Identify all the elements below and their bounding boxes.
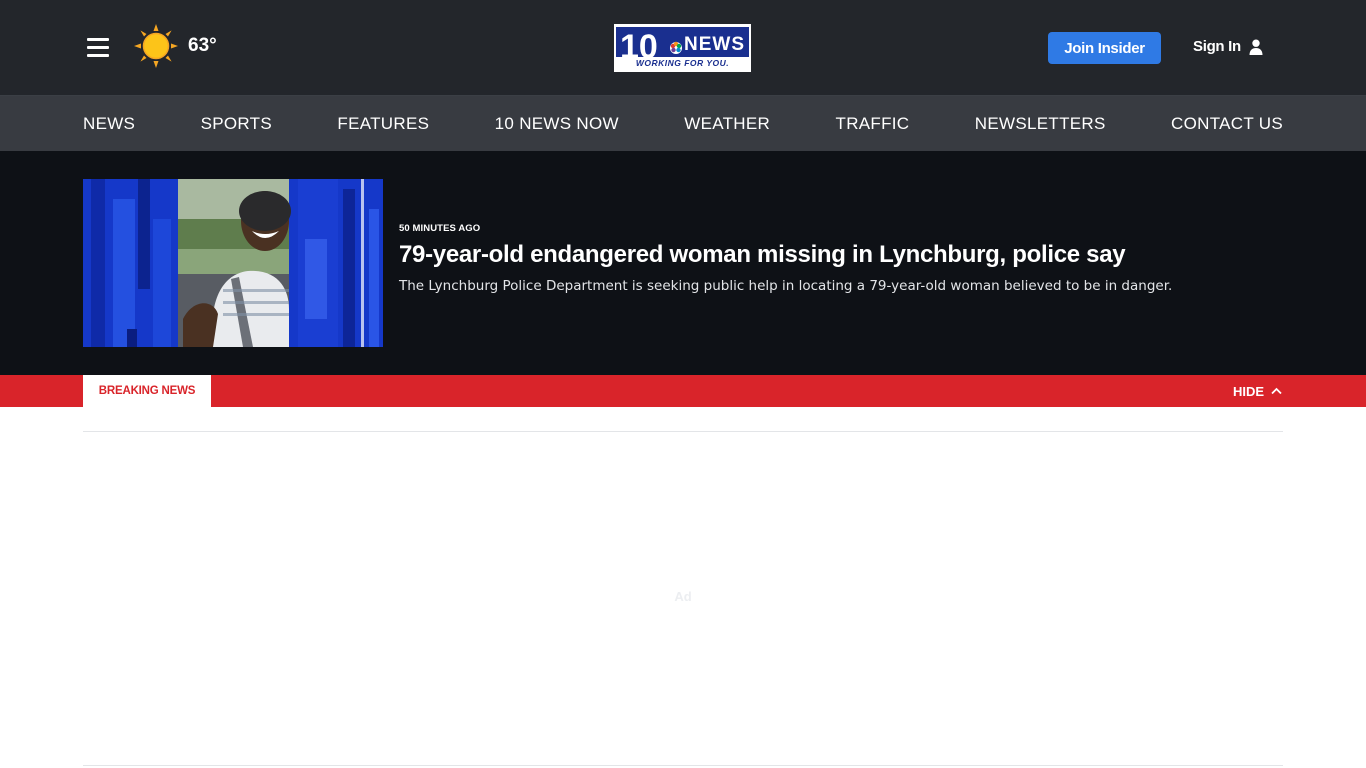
hide-button[interactable]: HIDE: [1233, 375, 1282, 407]
nav-item-10-news-now[interactable]: 10 NEWS NOW: [495, 114, 619, 134]
logo-tagline: WORKING FOR YOU.: [636, 58, 729, 68]
ad-container: Ad: [83, 431, 1283, 766]
weather-widget[interactable]: 63°: [134, 24, 217, 68]
temperature: 63°: [188, 35, 217, 56]
join-insider-button[interactable]: Join Insider: [1048, 32, 1161, 64]
logo-text: NEWS: [684, 34, 745, 55]
site-header: 63° 10 NEWS WORKING FOR YOU. Join Inside…: [0, 0, 1366, 96]
sun-icon: [134, 24, 178, 68]
breaking-story: 50 MINUTES AGO 79-year-old endangered wo…: [0, 151, 1366, 375]
story-summary: The Lynchburg Police Department is seeki…: [399, 278, 1173, 294]
nav-item-features[interactable]: FEATURES: [337, 114, 429, 134]
site-logo[interactable]: 10 NEWS WORKING FOR YOU.: [614, 24, 751, 72]
story-thumbnail[interactable]: [83, 179, 383, 347]
ad-label: Ad: [674, 589, 692, 604]
sign-in-button[interactable]: Sign In: [1193, 38, 1263, 55]
hide-label: HIDE: [1232, 383, 1264, 399]
story-text: 50 MINUTES AGO 79-year-old endangered wo…: [399, 223, 1286, 294]
breaking-news-bar: BREAKING NEWS HIDE: [0, 375, 1366, 407]
menu-icon[interactable]: [87, 38, 109, 58]
nav-item-newsletters[interactable]: NEWSLETTERS: [975, 114, 1106, 134]
nav-item-sports[interactable]: SPORTS: [201, 114, 272, 134]
woman-photo: [178, 179, 291, 347]
nav-item-news[interactable]: NEWS: [83, 114, 135, 134]
chevron-up-icon: [1271, 387, 1282, 395]
user-icon: [1249, 39, 1263, 55]
nav-item-traffic[interactable]: TRAFFIC: [836, 114, 910, 134]
nav-item-contact-us[interactable]: CONTACT US: [1171, 114, 1283, 134]
nav-item-weather[interactable]: WEATHER: [684, 114, 770, 134]
main-nav: NEWS SPORTS FEATURES 10 NEWS NOW WEATHER…: [0, 96, 1366, 151]
story-headline[interactable]: 79-year-old endangered woman missing in …: [399, 241, 1286, 269]
sign-in-label: Sign In: [1193, 38, 1241, 55]
breaking-news-label: BREAKING NEWS: [83, 375, 211, 407]
story-timestamp: 50 MINUTES AGO: [399, 223, 481, 234]
